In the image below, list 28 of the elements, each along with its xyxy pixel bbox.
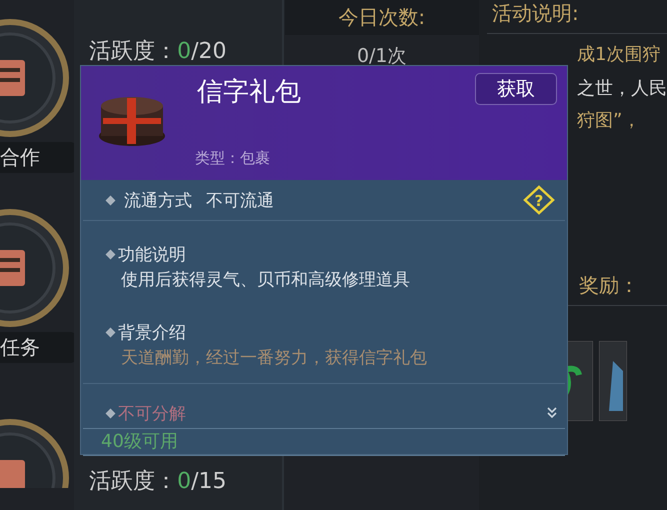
circulation-label: 流通方式 xyxy=(124,190,192,212)
section-text: 天道酬勤，经过一番努力，获得信字礼包 xyxy=(120,347,428,369)
emblem-icon[interactable] xyxy=(0,208,70,328)
bullet-icon xyxy=(106,328,116,338)
double-chevron-icon[interactable] xyxy=(547,407,557,419)
bullet-icon xyxy=(106,250,116,260)
description-title: 活动说明: xyxy=(486,0,667,34)
bullet-icon xyxy=(106,195,116,205)
level-requirement: 40级可用 xyxy=(83,429,565,456)
section-text: 使用后获得灵气、贝币和高级修理道具 xyxy=(120,269,411,291)
item-type: 类型：包裹 xyxy=(195,149,271,168)
activity-count: 活跃度：0/15 xyxy=(89,468,226,496)
section-title: 背景介绍 xyxy=(118,322,186,344)
item-slot-icon[interactable] xyxy=(598,341,627,421)
decompose-note: 不可分解 xyxy=(118,402,186,424)
get-button[interactable]: 获取 xyxy=(475,73,557,105)
description-text: 成1次围狩 xyxy=(576,43,662,66)
item-name: 信字礼包 xyxy=(197,76,301,109)
count-label: 今日次数: xyxy=(284,0,479,35)
description-text: 狩图”， xyxy=(576,109,642,132)
emblem-icon[interactable] xyxy=(0,18,70,138)
activity-count: 活跃度：0/20 xyxy=(89,38,226,66)
description-text: 之世，人民 xyxy=(576,77,667,100)
bullet-icon xyxy=(106,408,116,418)
circulation-value: 不可流通 xyxy=(206,190,274,212)
help-icon[interactable]: ? xyxy=(523,185,555,215)
section-title: 功能说明 xyxy=(118,244,186,266)
count-value: 0/1次 xyxy=(356,44,407,69)
